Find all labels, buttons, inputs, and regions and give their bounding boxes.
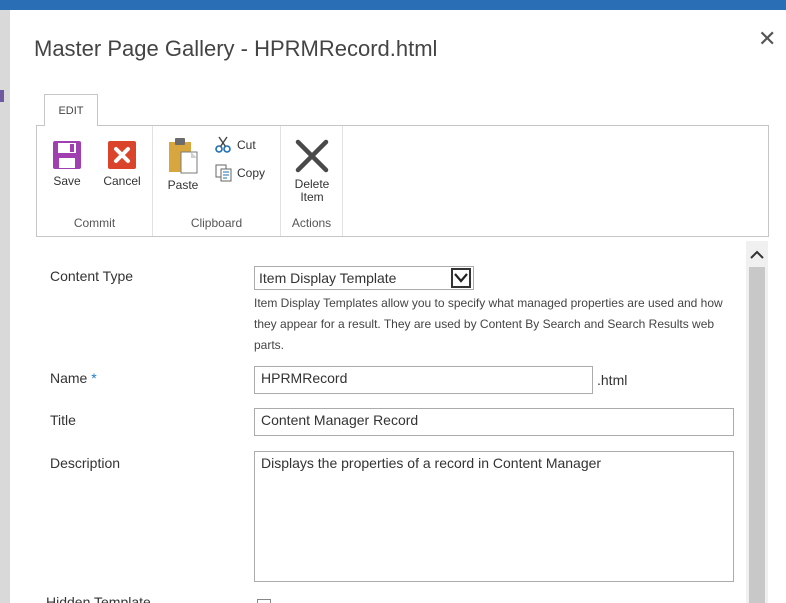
save-icon	[53, 141, 81, 169]
name-suffix: .html	[597, 372, 628, 388]
dialog: Master Page Gallery - HPRMRecord.html ✕ …	[10, 10, 786, 603]
delete-x-icon	[295, 139, 329, 173]
content-type-help: Item Display Templates allow you to spec…	[254, 296, 723, 352]
copy-icon	[215, 164, 232, 182]
copy-button[interactable]: Copy	[215, 164, 265, 182]
delete-label-line1: Delete	[294, 177, 330, 191]
name-input[interactable]: HPRMRecord	[254, 366, 593, 394]
save-button[interactable]: Save	[47, 140, 87, 188]
ribbon: Save Cancel Commit Paste Cut Copy Clipbo…	[36, 125, 769, 237]
scissors-icon	[215, 136, 231, 153]
copy-label: Copy	[237, 166, 266, 180]
save-label: Save	[53, 174, 81, 188]
content-type-value: Item Display Template	[259, 270, 397, 286]
cancel-label: Cancel	[103, 174, 141, 188]
dialog-title: Master Page Gallery - HPRMRecord.html	[34, 36, 438, 61]
delete-item-button[interactable]: Delete Item	[287, 138, 337, 204]
ribbon-group-commit: Save Cancel Commit	[37, 126, 153, 236]
tab-edit[interactable]: EDIT	[44, 94, 98, 126]
required-marker: *	[91, 370, 97, 386]
content-type-label: Content Type	[50, 268, 134, 284]
group-label-clipboard: Clipboard	[190, 216, 243, 230]
name-label: Name *	[50, 370, 97, 386]
top-bar	[0, 0, 786, 10]
scroll-thumb[interactable]	[749, 267, 765, 603]
background-accent	[0, 90, 4, 102]
chevron-down-icon[interactable]	[451, 268, 471, 288]
ribbon-group-actions: Delete Item Actions	[281, 126, 343, 236]
paste-button[interactable]: Paste	[163, 136, 203, 192]
content-type-select[interactable]: Item Display Template	[254, 266, 474, 290]
cut-label: Cut	[237, 138, 256, 152]
paste-label: Paste	[167, 178, 199, 192]
group-label-commit: Commit	[73, 216, 116, 230]
cancel-button[interactable]: Cancel	[97, 140, 147, 188]
scroll-up-icon[interactable]	[749, 247, 765, 263]
title-label: Title	[50, 412, 76, 428]
cut-button[interactable]: Cut	[215, 136, 256, 154]
name-label-text: Name	[50, 370, 88, 386]
ribbon-group-clipboard: Paste Cut Copy Clipboard	[153, 126, 281, 236]
cancel-icon	[108, 141, 136, 169]
delete-label-line2: Item	[300, 190, 324, 204]
scrollbar[interactable]	[746, 241, 768, 603]
title-input[interactable]: Content Manager Record	[254, 408, 734, 436]
paste-icon	[169, 138, 198, 174]
hidden-template-label: Hidden Template	[46, 594, 151, 603]
description-textarea[interactable]: Displays the properties of a record in C…	[254, 451, 734, 582]
hidden-template-checkbox[interactable]	[257, 599, 271, 603]
group-label-actions: Actions	[291, 216, 332, 230]
description-label: Description	[50, 455, 121, 471]
close-icon[interactable]: ✕	[758, 28, 776, 50]
